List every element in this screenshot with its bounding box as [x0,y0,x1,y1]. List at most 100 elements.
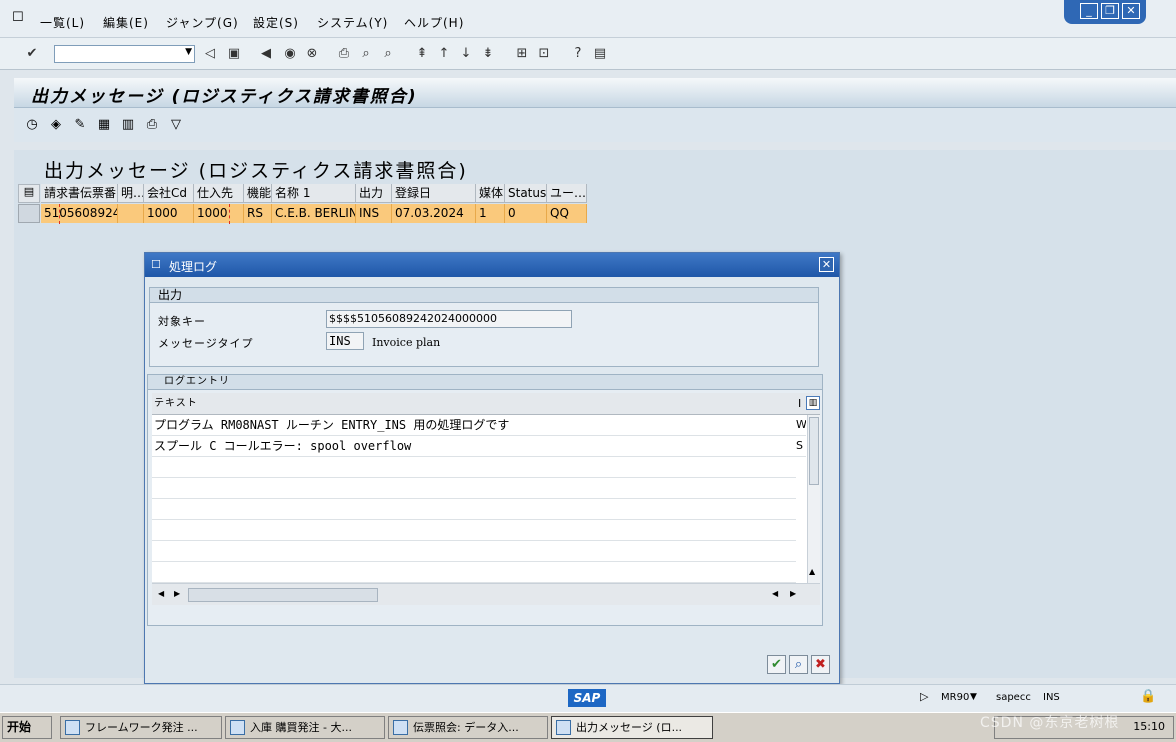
processing-log-dialog: ☐ 処理ログ ✕ 出力 対象キー $$$$5105608924202400000… [144,252,840,684]
shortcut-icon[interactable]: ⊡ [536,46,552,62]
cancel-icon[interactable]: ⊗ [304,46,320,62]
scroll-left-icon[interactable]: ◀ [158,589,164,598]
processing-log-icon[interactable]: ✎ [72,117,88,133]
column-header[interactable]: 媒体 [476,184,505,203]
column-header[interactable]: 出力 [356,184,392,203]
input-mode: INS [1043,692,1060,703]
column-header[interactable]: 請求書伝票番 [41,184,118,203]
command-field[interactable]: ▼ [54,45,195,63]
log-row-type: W [796,415,806,436]
user-cell[interactable]: QQ [547,204,587,223]
created-date-cell[interactable]: 07.03.2024 [392,204,476,223]
log-row[interactable]: プログラム RM08NAST ルーチン ENTRY_INS 用の処理ログです [152,415,796,436]
menu-edit[interactable]: 編集(E) [103,14,149,31]
column-header[interactable]: 名称 1 [272,184,356,203]
print-icon[interactable]: ⎙ [336,46,352,62]
document-icon[interactable]: ▥ [120,117,136,133]
column-header[interactable]: Status [505,184,547,203]
status-toggle-icon[interactable]: ▷ [920,690,928,703]
menu-settings[interactable]: 設定(S) [253,14,299,31]
function-cell[interactable]: RS [244,204,272,223]
confirm-button[interactable]: ✔ [767,655,786,674]
maximize-icon[interactable]: ❐ [1101,3,1119,19]
exit-icon[interactable]: ◉ [282,46,298,62]
taskbar-item[interactable]: 伝票照会: データ入... [388,716,548,739]
log-row-type: S [796,436,806,457]
print-preview-icon[interactable]: ⎙ [144,117,160,133]
status-cell[interactable]: 0 [505,204,547,223]
save-icon[interactable]: ▣ [226,46,242,62]
menu-bar: ☐ 一覧(L) 編集(E) ジャンプ(G) 設定(S) システム(Y) ヘルプ(… [0,0,1176,38]
back-arrow-icon[interactable]: ◁ [202,46,218,62]
last-page-icon[interactable]: ⇟ [480,46,496,62]
cancel-button[interactable]: ✖ [811,655,830,674]
scroll-right-icon[interactable]: ▶ [790,589,796,598]
close-window-icon[interactable]: ✕ [1122,3,1140,19]
find-next-icon[interactable]: ⌕ [380,46,396,62]
minimize-icon[interactable]: _ [1080,3,1098,19]
window-icon [230,720,245,735]
empty-log-row [152,541,796,562]
column-settings-icon[interactable]: ▥ [806,396,820,410]
empty-log-row [152,520,796,541]
help-icon[interactable]: ? [570,46,586,62]
close-icon[interactable]: ✕ [819,257,834,272]
previous-page-icon[interactable]: ↑ [436,46,452,62]
output-type-cell[interactable]: INS [356,204,392,223]
scroll-right-icon[interactable]: ▶ [174,589,180,598]
first-page-icon[interactable]: ⇞ [414,46,430,62]
empty-log-row [152,457,796,478]
system-menu-icon[interactable]: ☐ [12,10,28,26]
log-row[interactable]: スプール C コールエラー: spool overflow [152,436,796,457]
horizontal-scrollbar[interactable]: ◀ ▶ ◀ ▶ [152,583,820,605]
menu-help[interactable]: ヘルプ(H) [404,14,464,31]
new-session-icon[interactable]: ⊞ [514,46,530,62]
filter-icon[interactable]: ▽ [168,117,184,133]
chevron-down-icon[interactable]: ▼ [185,47,192,57]
start-label: 开始 [7,720,32,734]
object-key-label: 対象キー [158,315,206,328]
row-selector[interactable] [18,204,40,223]
column-header[interactable]: 明… [118,184,144,203]
display-message-icon[interactable]: ◈ [48,117,64,133]
name-cell[interactable]: C.E.B. BERLIN [272,204,356,223]
layout-menu-icon[interactable]: ▤ [592,46,608,62]
menu-goto[interactable]: ジャンプ(G) [166,14,239,31]
dialog-menu-icon[interactable]: ☐ [151,258,165,272]
clock: 15:10 [1133,720,1165,733]
vertical-scrollbar[interactable]: ▲ ▼ [807,415,820,592]
message-type-field[interactable]: INS [326,332,364,350]
status-dropdown-icon[interactable]: ▼ [970,692,977,702]
back-icon[interactable]: ◀ [258,46,274,62]
find-icon[interactable]: ⌕ [358,46,374,62]
start-button[interactable]: 开始 [2,716,52,739]
details-button[interactable]: ⌕ [789,655,808,674]
object-key-field[interactable]: $$$$51056089242024000000 [326,310,572,328]
taskbar-item-label: 出力メッセージ (ロ... [576,721,683,734]
next-page-icon[interactable]: ↓ [458,46,474,62]
taskbar-item-active[interactable]: 出力メッセージ (ロ... [551,716,713,739]
log-column-header[interactable]: テキスト [152,393,820,415]
enter-icon[interactable]: ✔ [24,46,40,62]
log-column-header-2[interactable]: I [798,397,801,410]
menu-system[interactable]: システム(Y) [317,14,388,31]
column-header[interactable]: ユー… [547,184,587,203]
details-icon[interactable]: ▦ [96,117,112,133]
process-icon[interactable]: ◷ [24,117,40,133]
scroll-up-icon[interactable]: ▲ [809,567,815,576]
select-all-icon[interactable]: ▤ [18,184,40,203]
column-header[interactable]: 仕入先 [194,184,244,203]
menu-list[interactable]: 一覧(L) [40,14,85,31]
horizontal-scroll-thumb[interactable] [188,588,378,602]
scroll-thumb[interactable] [809,417,819,485]
scroll-left-icon[interactable]: ◀ [772,589,778,598]
taskbar-item[interactable]: フレームワーク発注 ... [60,716,222,739]
lock-icon[interactable]: 🔒 [1140,689,1156,704]
column-header[interactable]: 登録日 [392,184,476,203]
log-table: テキスト I ▥ プログラム RM08NAST ルーチン ENTRY_INS 用… [152,393,820,605]
column-header[interactable]: 会社Cd [144,184,194,203]
window-icon [393,720,408,735]
medium-cell[interactable]: 1 [476,204,505,223]
column-header[interactable]: 機能 [244,184,272,203]
taskbar-item[interactable]: 入庫 購買発注 - 大... [225,716,385,739]
